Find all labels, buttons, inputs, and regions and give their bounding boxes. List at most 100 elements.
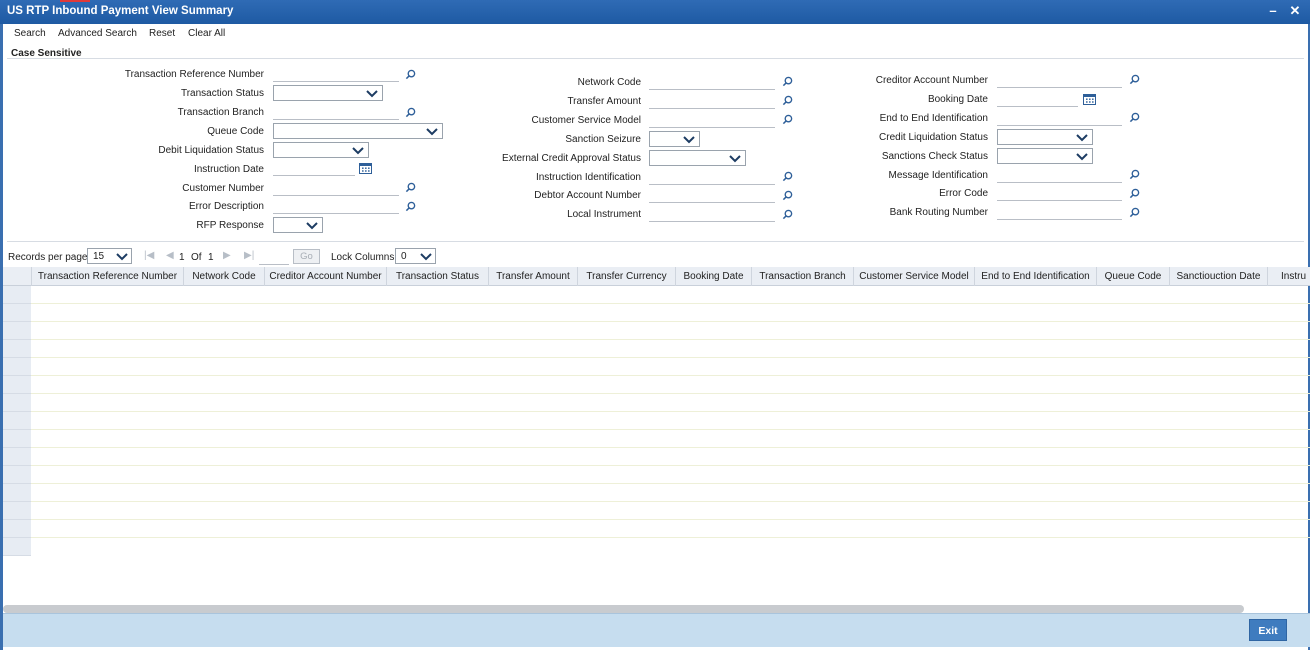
table-row[interactable] (3, 286, 1310, 304)
row-select-cell[interactable] (3, 502, 31, 520)
calendar-icon[interactable] (359, 163, 372, 174)
queue-code-select[interactable] (273, 123, 443, 139)
instruction-identification-input[interactable] (649, 171, 775, 185)
search-icon[interactable] (405, 182, 416, 193)
search-icon[interactable] (1129, 169, 1140, 180)
first-page-icon[interactable]: |◀ (144, 250, 154, 261)
table-row[interactable] (3, 448, 1310, 466)
search-icon[interactable] (782, 76, 793, 87)
table-row[interactable] (3, 322, 1310, 340)
row-select-cell[interactable] (3, 358, 31, 376)
rfp-response-select[interactable] (273, 217, 323, 233)
row-select-cell[interactable] (3, 430, 31, 448)
error-description-input[interactable] (273, 200, 399, 214)
debtor-account-number-input[interactable] (649, 189, 775, 203)
goto-page-input[interactable] (259, 251, 289, 265)
search-icon[interactable] (1129, 188, 1140, 199)
search-icon[interactable] (1129, 207, 1140, 218)
row-select-cell[interactable] (3, 448, 31, 466)
debit-liquidation-status-select[interactable] (273, 142, 369, 158)
transaction-status-select[interactable] (273, 85, 383, 101)
local-instrument-input[interactable] (649, 208, 775, 222)
column-header[interactable]: Transfer Currency (578, 267, 676, 286)
search-icon[interactable] (782, 190, 793, 201)
row-select-cell[interactable] (3, 304, 31, 322)
table-row[interactable] (3, 466, 1310, 484)
column-header[interactable]: Transaction Reference Number (32, 267, 184, 286)
row-select-cell[interactable] (3, 376, 31, 394)
close-icon[interactable]: ✕ (1287, 3, 1303, 19)
row-select-cell[interactable] (3, 520, 31, 538)
search-icon[interactable] (405, 69, 416, 80)
row-select-cell[interactable] (3, 322, 31, 340)
column-header[interactable]: End to End Identification (975, 267, 1097, 286)
row-select-cell[interactable] (3, 394, 31, 412)
instruction-date-input[interactable] (273, 162, 355, 176)
lock-columns-select[interactable]: 0 (395, 248, 436, 264)
clear-all-button[interactable]: Clear All (188, 28, 225, 39)
row-select-cell[interactable] (3, 538, 31, 556)
search-icon[interactable] (1129, 74, 1140, 85)
column-header[interactable]: Booking Date (676, 267, 752, 286)
column-header[interactable]: Transaction Status (387, 267, 489, 286)
table-row[interactable] (3, 520, 1310, 538)
search-icon[interactable] (782, 95, 793, 106)
column-header[interactable]: Queue Code (1097, 267, 1170, 286)
table-row[interactable] (3, 412, 1310, 430)
records-per-page-select[interactable]: 15 (87, 248, 132, 264)
booking-date-input[interactable] (997, 93, 1078, 107)
table-row[interactable] (3, 484, 1310, 502)
last-page-icon[interactable]: ▶| (244, 250, 254, 261)
search-icon[interactable] (1129, 112, 1140, 123)
column-header[interactable]: Sanctiouction Date (1170, 267, 1268, 286)
reset-button[interactable]: Reset (149, 28, 175, 39)
end-to-end-identification-input[interactable] (997, 112, 1122, 126)
prev-page-icon[interactable]: ◀ (166, 250, 174, 261)
column-header[interactable]: Transfer Amount (489, 267, 578, 286)
table-row[interactable] (3, 304, 1310, 322)
error-code-input[interactable] (997, 187, 1122, 201)
row-select-cell[interactable] (3, 412, 31, 430)
transaction-branch-input[interactable] (273, 106, 399, 120)
advanced-search-button[interactable]: Advanced Search (58, 28, 137, 39)
transfer-amount-input[interactable] (649, 95, 775, 109)
row-select-cell[interactable] (3, 466, 31, 484)
table-row[interactable] (3, 502, 1310, 520)
calendar-icon[interactable] (1083, 94, 1096, 105)
table-row[interactable] (3, 376, 1310, 394)
horizontal-scrollbar[interactable] (3, 605, 1244, 613)
sanctions-check-status-select[interactable] (997, 148, 1093, 164)
external-credit-approval-status-select[interactable] (649, 150, 746, 166)
column-header[interactable]: Creditor Account Number (265, 267, 387, 286)
column-header[interactable]: Transaction Branch (752, 267, 854, 286)
search-icon[interactable] (782, 171, 793, 182)
credit-liquidation-status-select[interactable] (997, 129, 1093, 145)
customer-number-input[interactable] (273, 182, 399, 196)
creditor-account-number-input[interactable] (997, 74, 1122, 88)
bank-routing-number-input[interactable] (997, 206, 1122, 220)
row-select-cell[interactable] (3, 286, 31, 304)
row-select-cell[interactable] (3, 340, 31, 358)
search-icon[interactable] (405, 107, 416, 118)
table-row[interactable] (3, 430, 1310, 448)
table-row[interactable] (3, 394, 1310, 412)
search-button[interactable]: Search (14, 28, 46, 39)
minimize-icon[interactable]: – (1265, 3, 1281, 19)
column-header[interactable]: Network Code (184, 267, 265, 286)
search-icon[interactable] (405, 201, 416, 212)
table-row[interactable] (3, 358, 1310, 376)
row-select-cell[interactable] (3, 484, 31, 502)
transaction-reference-number-input[interactable] (273, 68, 399, 82)
search-icon[interactable] (782, 114, 793, 125)
search-icon[interactable] (782, 209, 793, 220)
column-header[interactable]: Customer Service Model (854, 267, 975, 286)
go-button[interactable]: Go (293, 249, 320, 264)
exit-button[interactable]: Exit (1249, 619, 1287, 641)
column-header[interactable]: Instru (1268, 267, 1310, 286)
select-all-cell[interactable] (3, 267, 32, 286)
next-page-icon[interactable]: ▶ (223, 250, 231, 261)
message-identification-input[interactable] (997, 169, 1122, 183)
table-row[interactable] (3, 538, 1310, 556)
sanction-seizure-select[interactable] (649, 131, 700, 147)
table-row[interactable] (3, 340, 1310, 358)
